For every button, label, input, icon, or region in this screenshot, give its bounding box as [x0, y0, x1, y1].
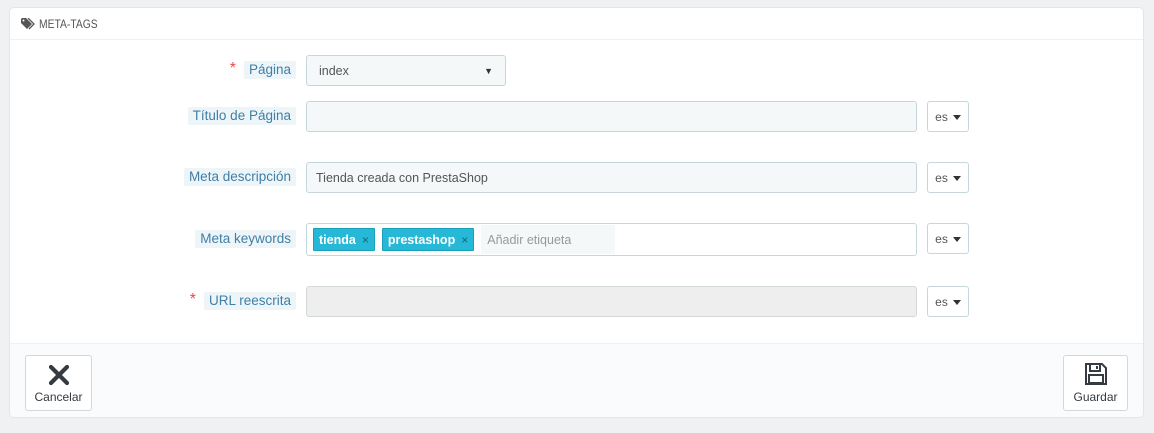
- meta-tags-panel: META-TAGS * Página index ▼ Título de Pág…: [9, 7, 1144, 418]
- required-mark: *: [229, 60, 236, 77]
- panel-heading: META-TAGS: [10, 8, 1143, 40]
- tag-icon: [21, 17, 35, 30]
- floppy-disk-icon: [1084, 363, 1107, 385]
- meta-keywords-tag-input[interactable]: tienda × prestashop × Añadir etiqueta: [306, 223, 917, 256]
- meta-keywords-label: Meta keywords: [195, 229, 296, 249]
- panel-title: META-TAGS: [39, 16, 98, 31]
- lang-label: es: [935, 109, 948, 124]
- close-icon: [48, 364, 69, 386]
- page-title-input[interactable]: [306, 101, 917, 132]
- remove-tag-icon[interactable]: ×: [362, 233, 369, 247]
- tag-label: tienda: [319, 232, 356, 247]
- save-button[interactable]: Guardar: [1063, 355, 1128, 411]
- required-mark: *: [189, 291, 196, 308]
- lang-label: es: [935, 170, 948, 185]
- rewritten-url-label: URL reescrita: [203, 291, 296, 311]
- remove-tag-icon[interactable]: ×: [461, 233, 468, 247]
- chevron-down-icon: ▼: [484, 65, 493, 76]
- lang-label: es: [935, 231, 948, 246]
- meta-description-lang-button[interactable]: es: [927, 162, 969, 193]
- add-tag-input[interactable]: Añadir etiqueta: [481, 225, 616, 254]
- caret-down-icon: [952, 299, 961, 305]
- save-label: Guardar: [1073, 390, 1118, 404]
- meta-description-input[interactable]: Tienda creada con PrestaShop: [306, 162, 917, 193]
- rewritten-url-lang-button[interactable]: es: [927, 286, 969, 317]
- lang-label: es: [935, 294, 948, 309]
- page-select-value: index: [319, 63, 349, 78]
- tag-label: prestashop: [387, 232, 456, 247]
- keyword-tag: tienda ×: [313, 228, 375, 251]
- caret-down-icon: [952, 114, 961, 120]
- keyword-tag: prestashop ×: [381, 228, 475, 251]
- cancel-button[interactable]: Cancelar: [25, 355, 92, 411]
- meta-keywords-lang-button[interactable]: es: [927, 223, 969, 254]
- caret-down-icon: [952, 175, 961, 181]
- page-select[interactable]: index ▼: [306, 55, 506, 86]
- page-title-label: Título de Página: [187, 106, 296, 126]
- meta-description-label: Meta descripción: [183, 167, 296, 187]
- panel-footer: Cancelar Guardar: [10, 343, 1143, 417]
- cancel-label: Cancelar: [34, 390, 83, 404]
- rewritten-url-input[interactable]: [306, 286, 917, 317]
- caret-down-icon: [952, 236, 961, 242]
- page-title-lang-button[interactable]: es: [927, 101, 969, 132]
- page-label: Página: [243, 60, 296, 80]
